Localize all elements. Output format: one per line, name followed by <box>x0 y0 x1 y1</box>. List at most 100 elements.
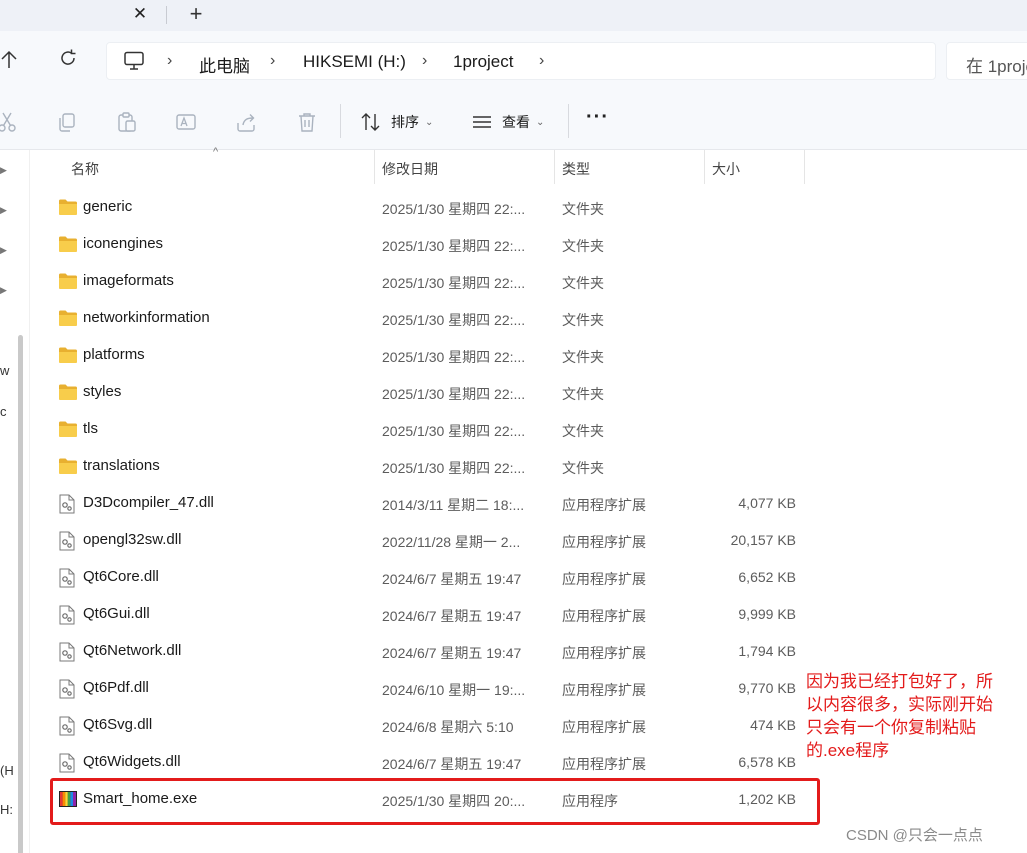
file-size: 474 KB <box>750 717 796 733</box>
file-size: 9,770 KB <box>738 680 796 696</box>
file-name[interactable]: generic <box>83 198 132 215</box>
file-row[interactable]: Qt6Pdf.dll 2024/6/10 星期一 19:... 应用程序扩展 9,77… <box>48 670 808 707</box>
chevron-right-icon[interactable]: › <box>167 52 172 70</box>
watermark: CSDN @只会一点点 <box>846 827 983 844</box>
column-header-date[interactable]: 修改日期 <box>375 150 554 184</box>
more-options-button[interactable]: ··· <box>586 106 609 129</box>
file-name[interactable]: platforms <box>83 346 145 363</box>
column-header-name[interactable]: 名称 <box>48 150 374 184</box>
file-row[interactable]: platforms 2025/1/30 星期四 22:... 文件夹 <box>48 337 808 374</box>
chevron-right-icon[interactable]: › <box>422 52 427 70</box>
nav-item-fragment[interactable]: (H <box>0 763 14 778</box>
close-tab-icon[interactable]: ✕ <box>128 3 152 25</box>
search-input[interactable]: 在 1project 中搜索 <box>946 42 1027 80</box>
file-name[interactable]: Qt6Pdf.dll <box>83 679 149 696</box>
tab-strip: ✕ + <box>0 0 1027 31</box>
rename-icon[interactable] <box>175 111 197 133</box>
address-row: › 此电脑 › HIKSEMI (H:) › 1project › 在 1pro… <box>0 31 1027 92</box>
copy-icon[interactable] <box>56 111 78 133</box>
search-placeholder: 在 1project 中搜索 <box>966 57 1027 76</box>
file-row[interactable]: Qt6Gui.dll 2024/6/7 星期五 19:47 应用程序扩展 9,999 … <box>48 596 808 633</box>
share-icon[interactable] <box>235 111 257 133</box>
file-row[interactable]: iconengines 2025/1/30 星期四 22:... 文件夹 <box>48 226 808 263</box>
toolbar-divider <box>340 104 341 138</box>
file-row[interactable]: Qt6Network.dll 2024/6/7 星期五 19:47 应用程序扩展 1,… <box>48 633 808 670</box>
breadcrumb-this-pc[interactable]: 此电脑 <box>199 52 250 77</box>
file-name[interactable]: tls <box>83 420 98 437</box>
new-tab-button[interactable]: + <box>183 1 209 27</box>
column-divider[interactable] <box>804 150 805 184</box>
breadcrumb-folder[interactable]: 1project <box>453 52 513 72</box>
file-name[interactable]: D3Dcompiler_47.dll <box>83 494 214 511</box>
command-bar: 排序 ⌄ 查看 ⌄ ··· <box>0 92 1027 150</box>
folder-icon <box>58 346 78 364</box>
file-date: 2025/1/30 星期四 22:... <box>382 275 526 291</box>
column-header-name-label: 名称 <box>71 161 99 177</box>
file-date: 2025/1/30 星期四 22:... <box>382 460 526 476</box>
file-row[interactable]: generic 2025/1/30 星期四 22:... 文件夹 <box>48 189 808 226</box>
file-name[interactable]: imageformats <box>83 272 174 289</box>
paste-icon[interactable] <box>116 111 138 133</box>
delete-icon[interactable] <box>296 111 318 133</box>
column-header-type[interactable]: 类型 <box>555 150 704 184</box>
expand-arrow-icon[interactable]: ▶ <box>0 285 7 296</box>
file-name[interactable]: networkinformation <box>83 309 210 326</box>
refresh-icon[interactable] <box>58 48 78 74</box>
file-date: 2025/1/30 星期四 22:... <box>382 312 526 328</box>
file-row[interactable]: imageformats 2025/1/30 星期四 22:... 文件夹 <box>48 263 808 300</box>
dll-file-icon <box>58 494 78 514</box>
file-name[interactable]: Qt6Svg.dll <box>83 716 152 733</box>
file-type: 文件夹 <box>562 238 604 254</box>
file-row[interactable]: Qt6Svg.dll 2024/6/8 星期六 5:10 应用程序扩展 474 KB <box>48 707 808 744</box>
file-name[interactable]: translations <box>83 457 160 474</box>
nav-item-fragment[interactable]: w <box>0 363 9 378</box>
dll-file-icon <box>58 642 78 662</box>
file-row[interactable]: styles 2025/1/30 星期四 22:... 文件夹 <box>48 374 808 411</box>
file-row[interactable]: opengl32sw.dll 2022/11/28 星期一 2... 应用程序扩展 2… <box>48 522 808 559</box>
chevron-right-icon[interactable]: › <box>539 52 544 70</box>
file-name[interactable]: Qt6Widgets.dll <box>83 753 181 770</box>
sort-icon <box>361 113 380 131</box>
file-row[interactable]: translations 2025/1/30 星期四 22:... 文件夹 <box>48 448 808 485</box>
file-type: 应用程序扩展 <box>562 645 646 661</box>
file-row[interactable]: tls 2025/1/30 星期四 22:... 文件夹 <box>48 411 808 448</box>
nav-item-fragment[interactable]: H: <box>0 802 13 817</box>
expand-arrow-icon[interactable]: ▶ <box>0 165 7 176</box>
column-header-type-label: 类型 <box>562 161 590 177</box>
file-name[interactable]: Qt6Gui.dll <box>83 605 150 622</box>
chevron-down-icon: ⌄ <box>425 116 434 128</box>
file-name[interactable]: iconengines <box>83 235 163 252</box>
file-row[interactable]: Qt6Core.dll 2024/6/7 星期五 19:47 应用程序扩展 6,652… <box>48 559 808 596</box>
file-type: 文件夹 <box>562 423 604 439</box>
file-type: 文件夹 <box>562 201 604 217</box>
address-bar[interactable]: › 此电脑 › HIKSEMI (H:) › 1project › <box>106 42 936 80</box>
column-header-size[interactable]: 大小 <box>705 150 804 184</box>
file-type: 应用程序扩展 <box>562 756 646 772</box>
up-arrow-icon[interactable] <box>0 50 18 76</box>
expand-arrow-icon[interactable]: ▶ <box>0 205 7 216</box>
expand-arrow-icon[interactable]: ▶ <box>0 245 7 256</box>
file-type: 应用程序扩展 <box>562 608 646 624</box>
cut-icon[interactable] <box>0 111 18 133</box>
file-type: 应用程序扩展 <box>562 719 646 735</box>
dll-file-icon <box>58 605 78 625</box>
folder-icon <box>58 383 78 401</box>
breadcrumb-drive[interactable]: HIKSEMI (H:) <box>303 52 406 72</box>
file-type: 应用程序扩展 <box>562 534 646 550</box>
file-name[interactable]: styles <box>83 383 121 400</box>
nav-scrollbar[interactable] <box>18 335 23 853</box>
file-name[interactable]: Qt6Core.dll <box>83 568 159 585</box>
file-date: 2025/1/30 星期四 22:... <box>382 386 526 402</box>
file-row[interactable]: Qt6Widgets.dll 2024/6/7 星期五 19:47 应用程序扩展 6,… <box>48 744 808 781</box>
file-row[interactable]: networkinformation 2025/1/30 星期四 22:... 文件… <box>48 300 808 337</box>
sort-button[interactable]: 排序 ⌄ <box>360 111 433 133</box>
file-date: 2022/11/28 星期一 2... <box>382 534 521 550</box>
file-name[interactable]: Qt6Network.dll <box>83 642 181 659</box>
column-header-date-label: 修改日期 <box>382 161 438 177</box>
file-name[interactable]: opengl32sw.dll <box>83 531 181 548</box>
nav-item-fragment[interactable]: c <box>0 404 7 419</box>
view-label: 查看 <box>502 114 530 130</box>
chevron-right-icon[interactable]: › <box>270 52 275 70</box>
file-row[interactable]: D3Dcompiler_47.dll 2014/3/11 星期二 18:... 应用… <box>48 485 808 522</box>
view-button[interactable]: 查看 ⌄ <box>471 111 544 133</box>
